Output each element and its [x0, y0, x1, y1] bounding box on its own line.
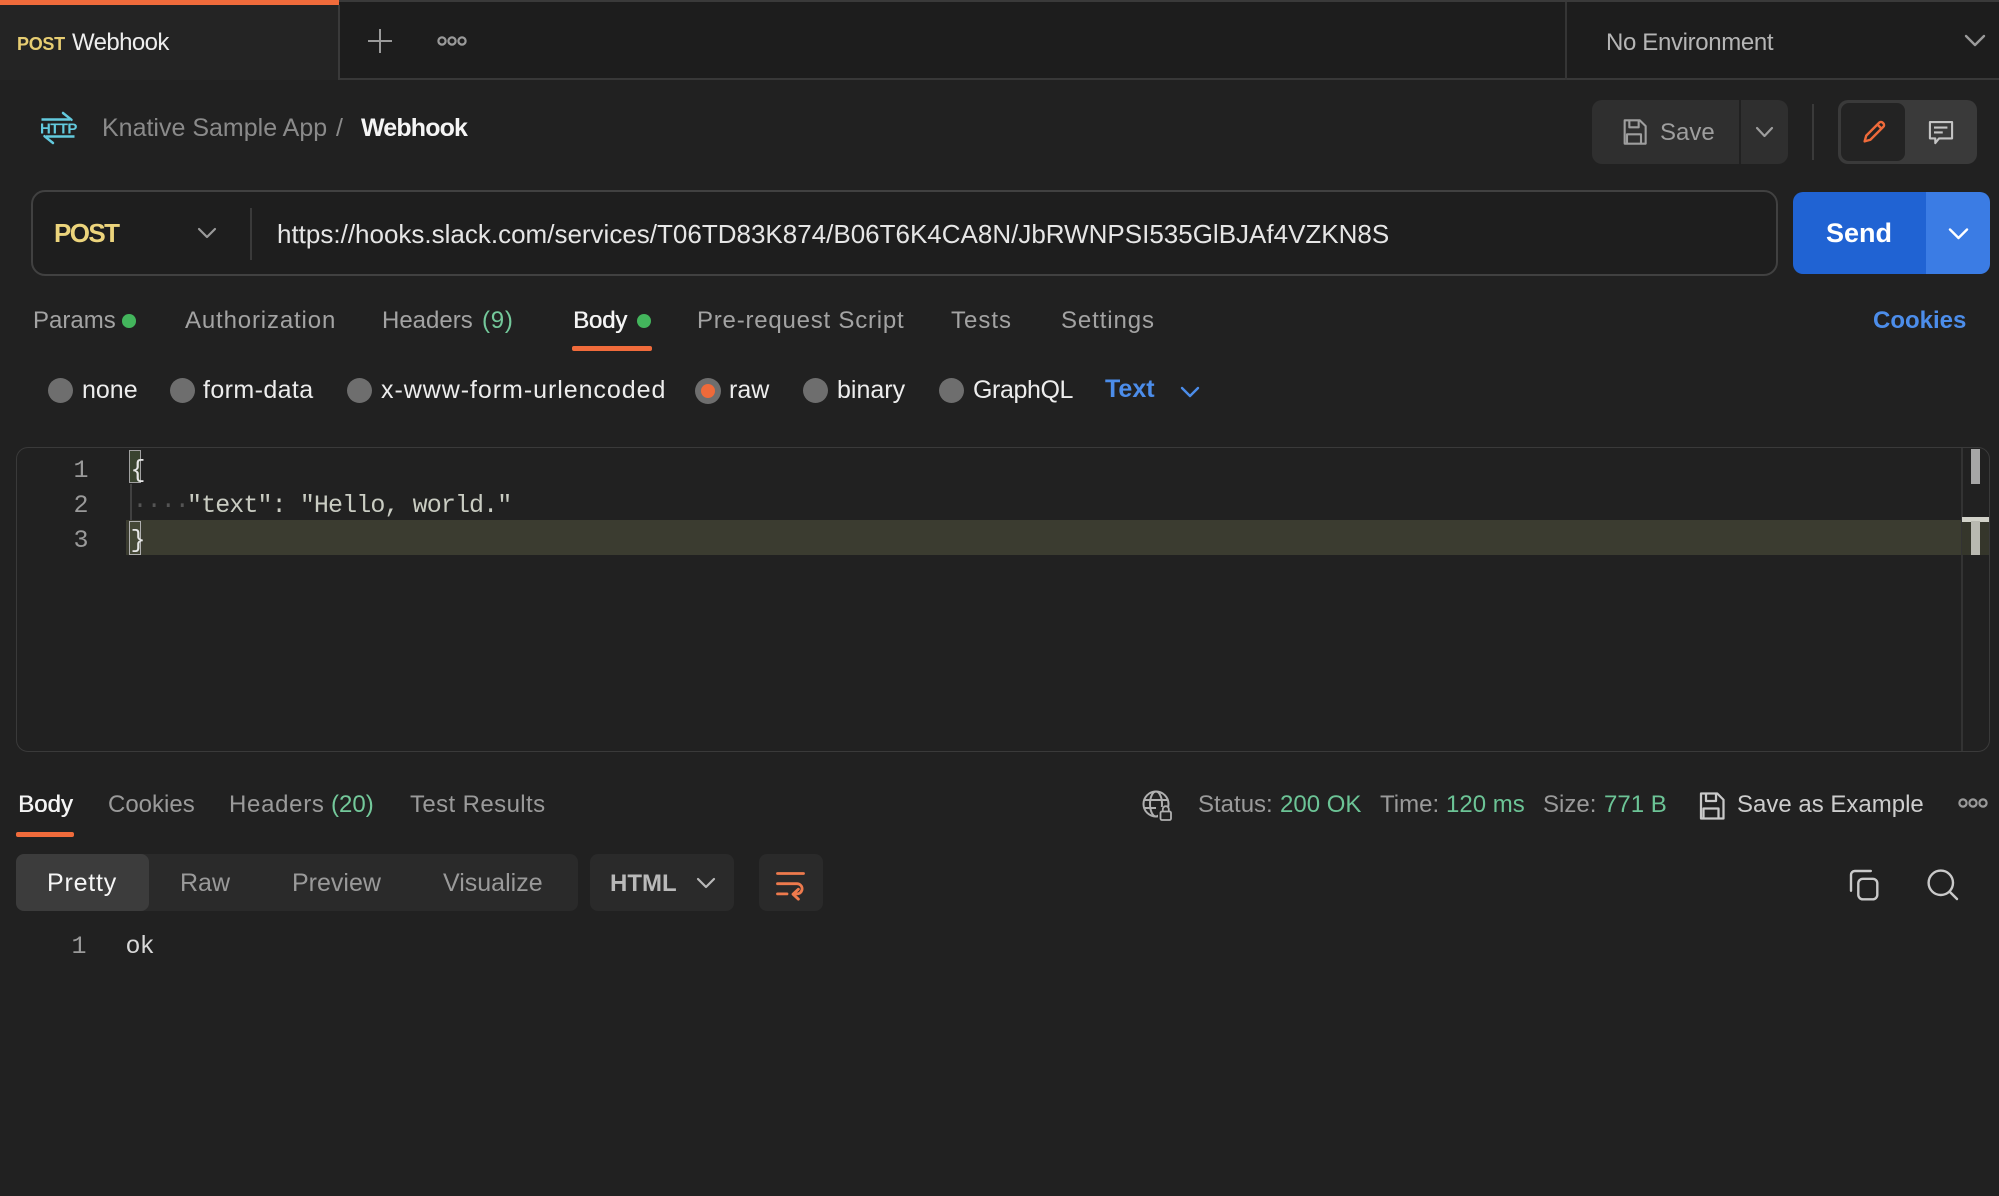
svg-text:HTTP: HTTP: [40, 121, 77, 138]
